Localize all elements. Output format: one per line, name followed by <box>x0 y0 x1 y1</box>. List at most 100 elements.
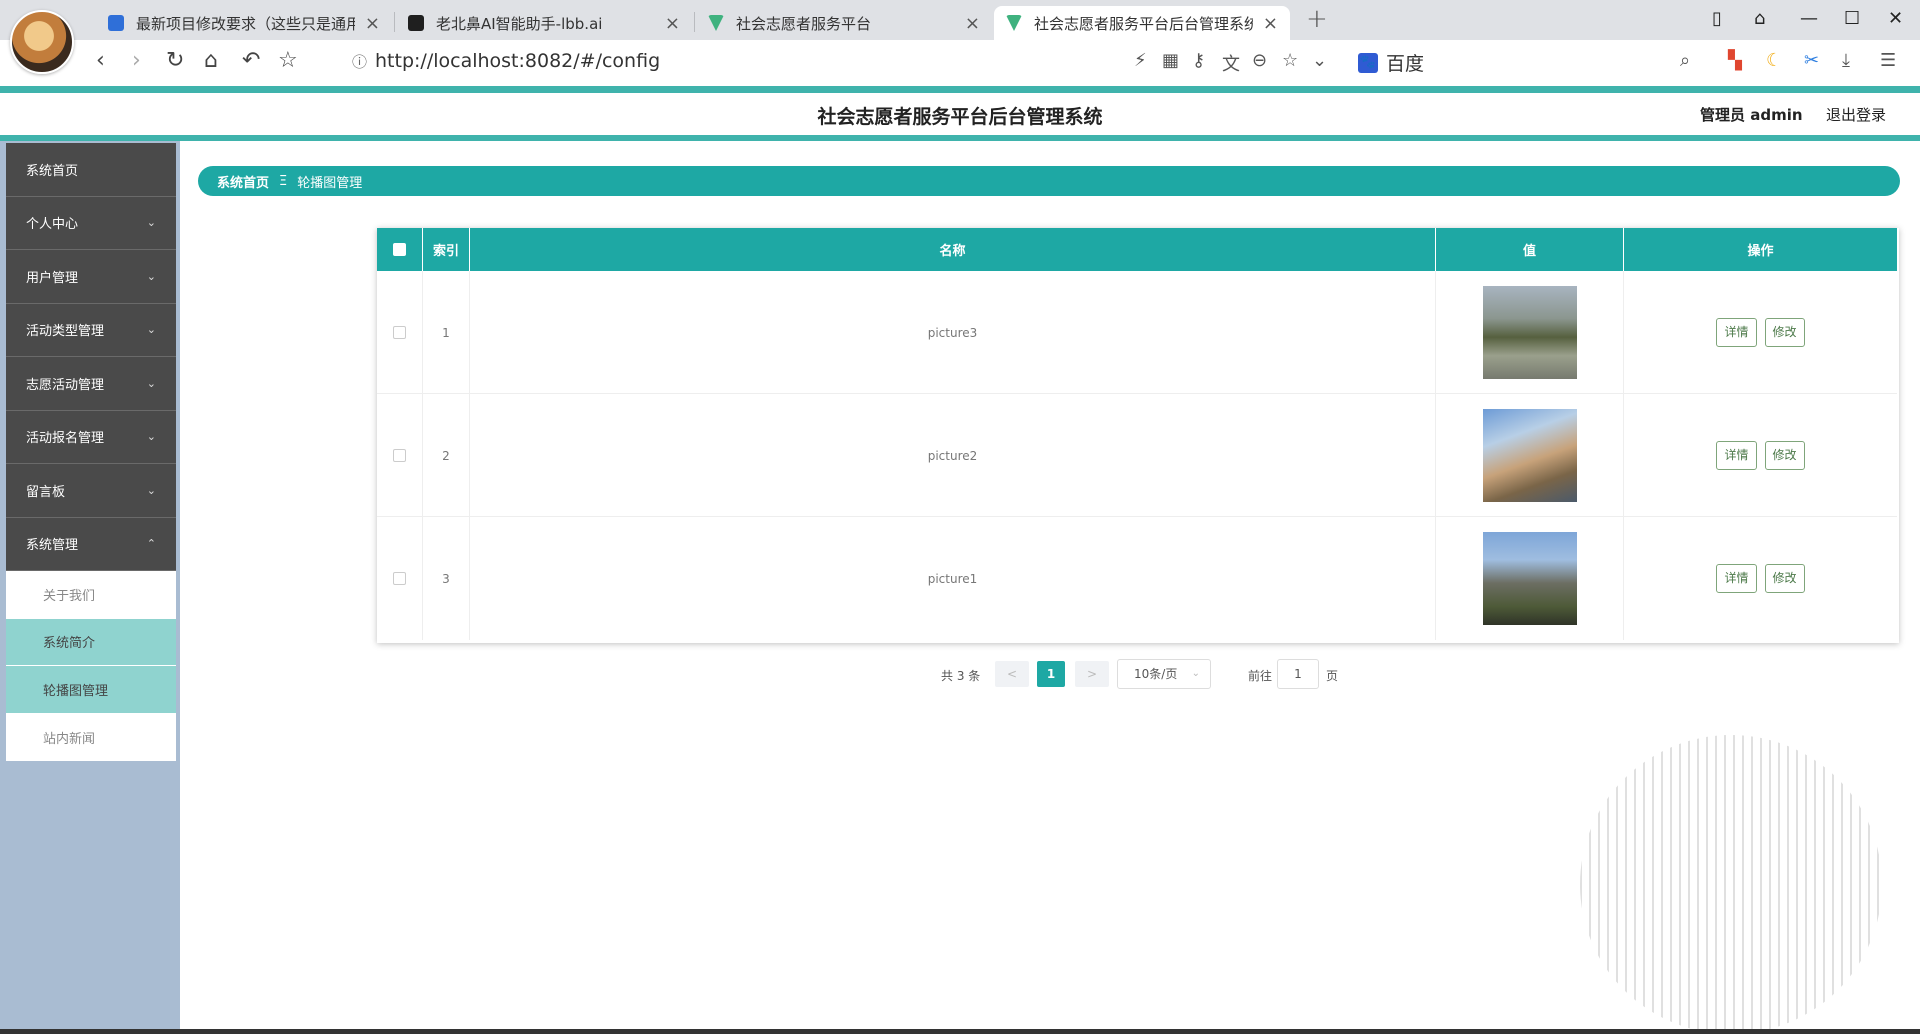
scissors-icon[interactable]: ✂ <box>1804 50 1819 71</box>
row-index: 3 <box>423 517 470 640</box>
row-checkbox[interactable] <box>377 271 423 394</box>
table-header: 索引 名称 值 操作 <box>377 228 1897 271</box>
pagination: 共 3 条 < 1 > 10条/页 ⌄ 前往 1 页 <box>180 659 1920 689</box>
download-icon[interactable]: ⤓ <box>1842 50 1850 71</box>
doc-icon <box>108 15 124 31</box>
search-icon[interactable]: ⌕ <box>1680 50 1690 71</box>
chevron-down-icon: ⌄ <box>146 269 156 283</box>
sidebar-item-label: 个人中心 <box>26 217 79 233</box>
favorite-icon[interactable]: ☆ <box>1282 50 1298 71</box>
sidebar-item-system-management[interactable]: 系统管理 ⌃ <box>6 517 176 571</box>
chevron-down-icon: ⌄ <box>146 483 156 497</box>
sidebar-item-activity-signup[interactable]: 活动报名管理 ⌄ <box>6 410 176 464</box>
row-checkbox[interactable] <box>377 517 423 640</box>
sidebar-item-home[interactable]: 系统首页 <box>6 143 176 197</box>
column-header-index: 索引 <box>423 228 470 271</box>
translate-icon[interactable]: 文 <box>1222 50 1240 76</box>
sidebar-subitem-about-us[interactable]: 关于我们 <box>6 571 176 619</box>
reload-icon[interactable]: ↻ <box>166 48 184 73</box>
detail-button[interactable]: 详情 <box>1716 564 1757 593</box>
zoom-icon[interactable]: ⊖ <box>1252 50 1267 71</box>
sidebar-toggle-icon[interactable]: ▯ <box>1712 8 1722 29</box>
sidebar-item-personal-center[interactable]: 个人中心 ⌄ <box>6 196 176 250</box>
apps-icon[interactable]: ▚ <box>1728 50 1742 71</box>
tab-title: 社会志愿者服务平台后台管理系统 <box>1034 14 1253 33</box>
forward-icon[interactable]: › <box>132 48 141 73</box>
flash-icon[interactable]: ⚡ <box>1134 50 1147 71</box>
row-image-cell <box>1436 271 1624 394</box>
browser-tab-2[interactable]: 老北鼻AI智能助手-lbb.ai × <box>396 6 692 40</box>
taskbar-edge <box>0 1029 1920 1034</box>
goto-page-input[interactable]: 1 <box>1277 659 1319 689</box>
close-icon[interactable]: × <box>965 13 980 34</box>
sidebar-item-activity-type[interactable]: 活动类型管理 ⌄ <box>6 303 176 357</box>
edit-button[interactable]: 修改 <box>1764 564 1805 593</box>
chevron-down-icon[interactable]: ⌄ <box>1312 50 1327 71</box>
sidebar-item-label: 志愿活动管理 <box>26 377 105 393</box>
carousel-image-thumbnail[interactable] <box>1482 286 1577 379</box>
browser-tab-1[interactable]: 最新项目修改要求（这些只是通用 × <box>96 6 392 40</box>
sidebar-subitem-news[interactable]: 站内新闻 <box>6 713 176 761</box>
row-image-cell <box>1436 517 1624 640</box>
sidebar-item-label: 系统管理 <box>26 538 79 554</box>
carousel-image-thumbnail[interactable] <box>1482 532 1577 625</box>
back-icon[interactable]: ‹ <box>96 48 105 73</box>
sidebar-subitem-carousel[interactable]: 轮播图管理 <box>6 666 176 714</box>
tab-title: 老北鼻AI智能助手-lbb.ai <box>436 14 603 33</box>
row-name: picture3 <box>470 271 1436 394</box>
chevron-down-icon: ⌄ <box>1191 668 1200 679</box>
next-page-button[interactable]: > <box>1075 661 1109 687</box>
browser-tab-4[interactable]: 社会志愿者服务平台后台管理系统 × <box>994 6 1290 40</box>
sidebar-item-message-board[interactable]: 留言板 ⌄ <box>6 464 176 518</box>
maximize-icon[interactable]: ☐ <box>1844 8 1860 29</box>
column-header-name: 名称 <box>470 228 1436 271</box>
page-number-current[interactable]: 1 <box>1037 661 1065 687</box>
search-engine-label: 百度 <box>1386 53 1425 75</box>
detail-button[interactable]: 详情 <box>1716 441 1757 470</box>
bookmark-star-icon[interactable]: ☆ <box>278 48 298 73</box>
row-image-cell <box>1436 394 1624 517</box>
checkbox-icon <box>393 572 406 585</box>
page-size-select[interactable]: 10条/页 ⌄ <box>1117 659 1211 689</box>
prev-page-button[interactable]: < <box>995 661 1029 687</box>
baidu-icon: 🐾 <box>1358 52 1378 73</box>
sidebar-item-volunteer-activity[interactable]: 志愿活动管理 ⌄ <box>6 357 176 411</box>
sidebar-item-label: 留言板 <box>26 484 66 500</box>
chevron-down-icon: ⌄ <box>146 216 156 230</box>
close-icon[interactable]: × <box>1263 13 1278 34</box>
carousel-image-thumbnail[interactable] <box>1482 409 1577 502</box>
tab-title: 社会志愿者服务平台 <box>736 14 872 33</box>
sidebar-item-user-management[interactable]: 用户管理 ⌄ <box>6 250 176 304</box>
detail-button[interactable]: 详情 <box>1716 318 1757 347</box>
new-tab-button[interactable]: + <box>1306 4 1328 34</box>
home-icon[interactable]: ⌂ <box>204 48 218 73</box>
window-close-icon[interactable]: ✕ <box>1888 8 1903 29</box>
moon-icon[interactable]: ☾ <box>1766 50 1782 71</box>
menu-icon[interactable]: ☰ <box>1880 50 1896 71</box>
qr-icon[interactable]: ▦ <box>1162 50 1179 71</box>
url-field[interactable]: ⓘ http://localhost:8082/#/config <box>352 50 660 72</box>
close-icon[interactable]: × <box>365 13 380 34</box>
logout-link[interactable]: 退出登录 <box>1826 104 1886 125</box>
profile-avatar[interactable] <box>10 10 74 74</box>
close-icon[interactable]: × <box>665 13 680 34</box>
browser-tab-3[interactable]: 社会志愿者服务平台 × <box>696 6 992 40</box>
edit-button[interactable]: 修改 <box>1764 318 1805 347</box>
chevron-down-icon: ⌄ <box>146 323 156 337</box>
extension-icon[interactable]: ⌂ <box>1754 8 1765 29</box>
row-checkbox[interactable] <box>377 394 423 517</box>
breadcrumb-home[interactable]: 系统首页 <box>217 172 269 191</box>
sidebar-item-label: 用户管理 <box>26 270 79 286</box>
sidebar-subitem-system-intro[interactable]: 系统简介 <box>6 618 176 666</box>
table-row: 2 picture2 详情 修改 <box>377 394 1897 517</box>
minimize-icon[interactable]: — <box>1800 8 1818 29</box>
select-all-checkbox[interactable] <box>377 228 423 271</box>
carousel-table: 索引 名称 值 操作 1 picture3 详情 修改 2 picture2 详… <box>377 228 1899 643</box>
column-header-actions: 操作 <box>1747 244 1774 259</box>
key-icon[interactable]: ⚷ <box>1192 50 1205 71</box>
undo-icon[interactable]: ↶ <box>242 48 260 73</box>
search-engine[interactable]: 🐾 百度 <box>1358 49 1424 76</box>
info-icon: ⓘ <box>352 53 368 71</box>
sidebar: 系统首页 个人中心 ⌄ 用户管理 ⌄ 活动类型管理 ⌄ 志愿活动管理 ⌄ 活动报… <box>0 141 180 1034</box>
edit-button[interactable]: 修改 <box>1764 441 1805 470</box>
